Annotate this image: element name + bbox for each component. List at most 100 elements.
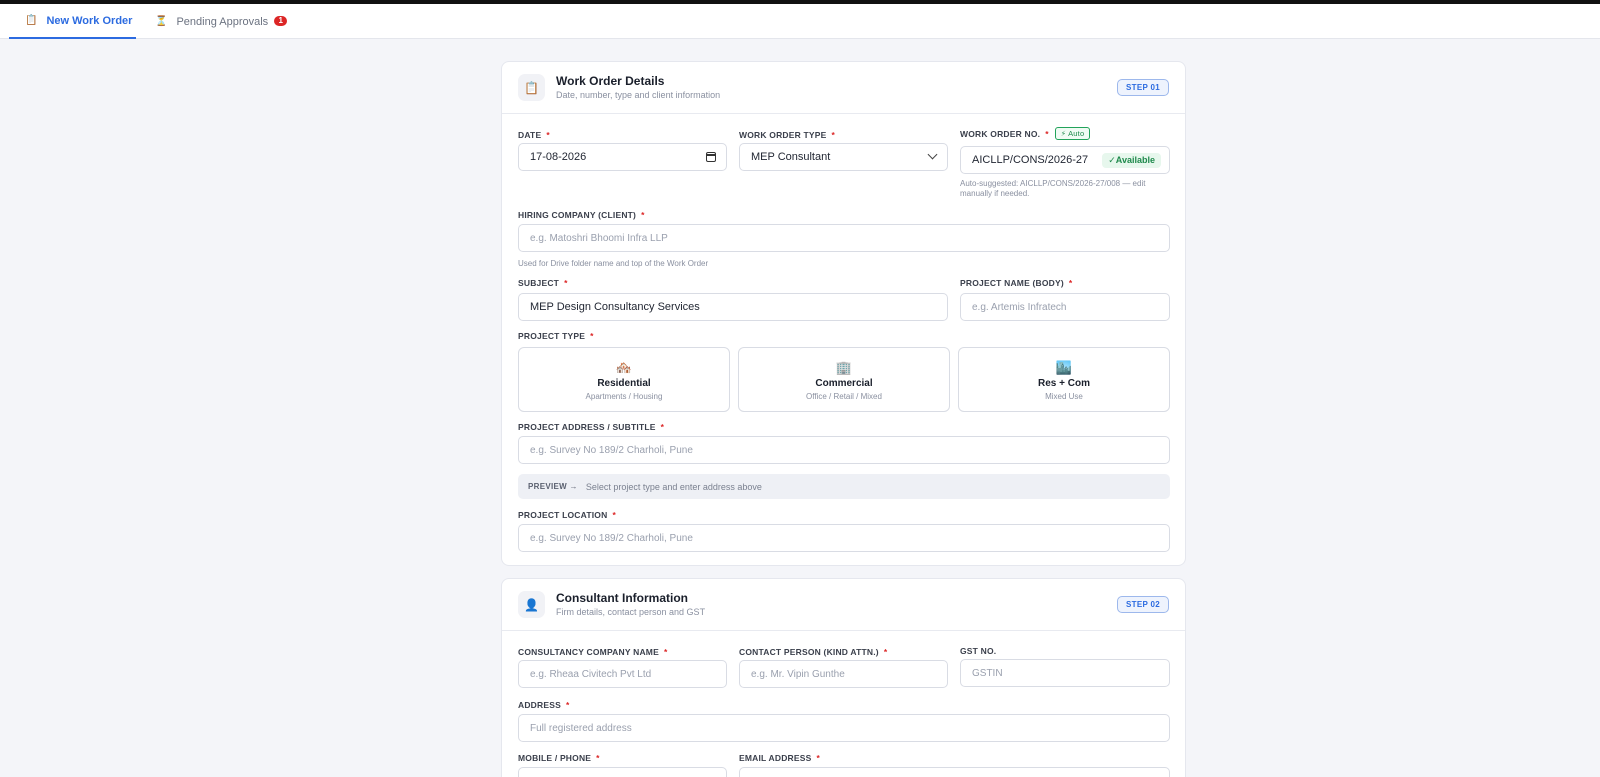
mobile-input[interactable] [518, 767, 727, 777]
label-text: EMAIL ADDRESS [739, 753, 812, 763]
required-mark: * [564, 278, 568, 288]
consultant-address-input[interactable]: Full registered address [518, 714, 1170, 742]
label-text: MOBILE / PHONE [518, 753, 592, 763]
label-text: WORK ORDER NO. [960, 128, 1041, 139]
project-address-input[interactable]: e.g. Survey No 189/2 Charholi, Pune [518, 436, 1170, 464]
required-mark: * [1068, 278, 1073, 288]
project-type-residential[interactable]: 🏘️ Residential Apartments / Housing [518, 347, 730, 412]
required-mark: * [816, 753, 821, 763]
placeholder: e.g. Mr. Vipin Gunthe [751, 668, 845, 680]
work-order-no-value: AICLLP/CONS/2026-27 [972, 154, 1089, 166]
consultancy-company-label: CONSULTANCY COMPANY NAME * [518, 647, 667, 657]
required-mark: * [831, 130, 836, 140]
client-help: Used for Drive folder name and top of th… [518, 259, 709, 268]
project-type-label: PROJECT TYPE * [518, 331, 594, 341]
placeholder: e.g. Survey No 189/2 Charholi, Pune [530, 532, 693, 544]
person-icon: 👤 [518, 591, 545, 618]
selected-value: MEP Consultant [751, 151, 831, 163]
section-subtitle: Firm details, contact person and GST [556, 607, 706, 617]
work-order-type-label: WORK ORDER TYPE * [739, 130, 835, 140]
label-text: HIRING COMPANY (CLIENT) [518, 210, 637, 220]
label-text: PROJECT TYPE [518, 331, 586, 341]
consultant-information-card: 👤 Consultant Information Firm details, c… [501, 578, 1186, 777]
work-order-no-label: WORK ORDER NO. * ⚡ Auto [960, 127, 1091, 140]
section-title: Work Order Details [556, 74, 665, 88]
gst-input[interactable]: GSTIN [960, 659, 1170, 687]
cityscape-icon: 🏙️ [1055, 360, 1073, 375]
section-subtitle: Date, number, type and client informatio… [556, 90, 721, 100]
label-text: PROJECT ADDRESS / SUBTITLE [518, 422, 656, 432]
availability-badge: ✓Available [1102, 153, 1161, 168]
required-mark: * [612, 510, 616, 520]
tab-bar: 📋 New Work Order ⏳ Pending Approvals 1 [0, 4, 1600, 39]
placeholder: e.g. Matoshri Bhoomi Infra LLP [530, 232, 668, 244]
card-header: 👤 Consultant Information Firm details, c… [502, 579, 1185, 631]
tab-label: New Work Order [46, 14, 133, 27]
tab-pending-approvals[interactable]: ⏳ Pending Approvals 1 [155, 4, 288, 39]
clipboard-icon: 📋 [25, 15, 38, 26]
section-title: Consultant Information [556, 591, 688, 605]
pending-count-badge: 1 [274, 15, 288, 26]
address-preview: PREVIEW → Select project type and enter … [518, 474, 1170, 499]
date-label: DATE * [518, 130, 550, 140]
date-input[interactable]: 17-08-2026 [518, 143, 727, 171]
preview-label: PREVIEW → [528, 482, 578, 491]
label-text: PROJECT NAME (BODY) [960, 278, 1064, 288]
client-input[interactable]: e.g. Matoshri Bhoomi Infra LLP [518, 224, 1170, 252]
work-order-details-card: 📋 Work Order Details Date, number, type … [501, 61, 1186, 566]
work-order-type-select[interactable]: MEP Consultant [739, 143, 948, 171]
contact-person-label: CONTACT PERSON (KIND ATTN.) * [739, 647, 887, 657]
houses-icon: 🏘️ [615, 360, 633, 375]
hourglass-icon: ⏳ [155, 16, 168, 27]
label-text: SUBJECT [518, 278, 560, 288]
consultant-address-label: ADDRESS * [518, 700, 569, 710]
work-order-no-help: Auto-suggested: AICLLP/CONS/2026-27/008 … [960, 179, 1146, 198]
step-badge: STEP 01 [1117, 79, 1169, 96]
project-location-input[interactable]: e.g. Survey No 189/2 Charholi, Pune [518, 524, 1170, 552]
project-name-input[interactable]: e.g. Artemis Infratech [960, 293, 1170, 321]
office-building-icon: 🏢 [835, 360, 853, 375]
placeholder: GSTIN [972, 667, 1003, 679]
project-type-desc: Apartments / Housing [585, 392, 663, 401]
label-text: CONTACT PERSON (KIND ATTN.) [739, 647, 879, 657]
placeholder: Full registered address [530, 722, 632, 734]
gst-label: GST NO. [960, 646, 996, 656]
label-text: WORK ORDER TYPE [739, 130, 827, 140]
required-mark: * [596, 753, 600, 763]
email-input[interactable] [739, 767, 1170, 777]
required-mark: * [1045, 128, 1049, 139]
project-type-commercial[interactable]: 🏢 Commercial Office / Retail / Mixed [738, 347, 950, 412]
required-mark: * [546, 130, 550, 140]
tab-new-work-order[interactable]: 📋 New Work Order [9, 4, 136, 39]
subject-label: SUBJECT * [518, 278, 568, 288]
card-header: 📋 Work Order Details Date, number, type … [502, 62, 1185, 114]
required-mark: * [663, 647, 668, 657]
calendar-icon[interactable] [706, 152, 716, 162]
work-order-no-input[interactable]: AICLLP/CONS/2026-27 ✓Available [960, 146, 1170, 174]
label-text: GST NO. [960, 646, 997, 656]
required-mark: * [883, 647, 888, 657]
project-type-name: Residential [597, 378, 651, 389]
client-label: HIRING COMPANY (CLIENT) * [518, 210, 645, 220]
label-text: DATE [518, 130, 542, 140]
chevron-down-icon [927, 149, 938, 160]
project-type-desc: Mixed Use [1045, 392, 1083, 401]
contact-person-input[interactable]: e.g. Mr. Vipin Gunthe [739, 660, 948, 688]
subject-input[interactable]: MEP Design Consultancy Services [518, 293, 948, 321]
project-type-name: Commercial [815, 378, 873, 389]
step-badge: STEP 02 [1117, 596, 1169, 613]
label-text: ADDRESS [518, 700, 561, 710]
required-mark: * [590, 331, 594, 341]
required-mark: * [565, 700, 570, 710]
project-location-label: PROJECT LOCATION * [518, 510, 616, 520]
required-mark: * [660, 422, 665, 432]
label-text: CONSULTANCY COMPANY NAME [518, 647, 659, 657]
mobile-label: MOBILE / PHONE * [518, 753, 600, 763]
placeholder: e.g. Rheaa Civitech Pvt Ltd [530, 668, 652, 680]
project-type-mixed[interactable]: 🏙️ Res + Com Mixed Use [958, 347, 1170, 412]
consultancy-company-input[interactable]: e.g. Rheaa Civitech Pvt Ltd [518, 660, 727, 688]
project-name-label: PROJECT NAME (BODY) * [960, 278, 1072, 288]
project-type-desc: Office / Retail / Mixed [806, 392, 882, 401]
email-label: EMAIL ADDRESS * [739, 753, 820, 763]
clipboard-icon: 📋 [518, 74, 545, 101]
